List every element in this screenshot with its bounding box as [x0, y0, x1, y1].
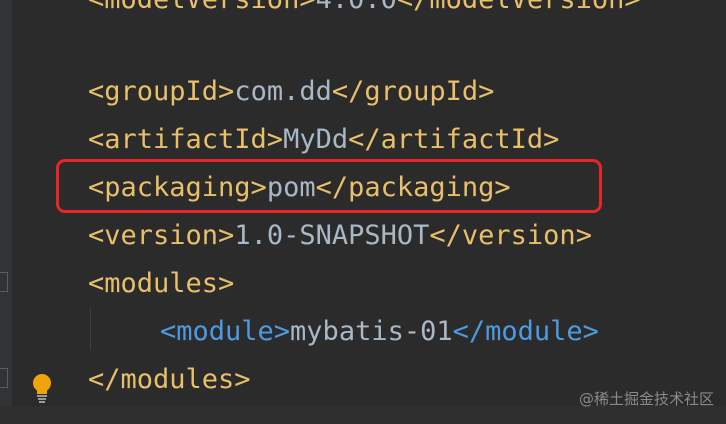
highlight-annotation-box: [56, 159, 602, 213]
xml-close-tag: </modelVersion>: [397, 0, 641, 15]
xml-open-tag: <version>: [88, 220, 235, 251]
code-line-version[interactable]: <version>1.0-SNAPSHOT</version>: [88, 218, 592, 254]
code-line-artifact-id[interactable]: <artifactId>MyDd</artifactId>: [88, 122, 559, 158]
code-line-modules-open[interactable]: <modules>: [88, 266, 234, 302]
xml-value: com.dd: [234, 76, 332, 107]
code-line-modules-close[interactable]: </modules>: [88, 362, 251, 398]
xml-value: MyDd: [283, 124, 349, 155]
code-line-model-version[interactable]: <modelVersion>4.0.0</modelVersion>: [88, 0, 641, 18]
xml-open-tag: <modules>: [88, 268, 235, 299]
xml-close-tag: </modules>: [88, 364, 251, 395]
indent-guide: [90, 308, 91, 350]
xml-close-tag: </groupId>: [331, 76, 495, 107]
code-line-module[interactable]: <module>mybatis-01</module>: [160, 314, 599, 350]
xml-open-tag: <groupId>: [88, 76, 235, 107]
xml-value: 4.0.0: [316, 0, 397, 15]
xml-open-tag: <modelVersion>: [88, 0, 316, 15]
editor-gutter: [0, 0, 12, 424]
lightbulb-icon[interactable]: [30, 372, 54, 404]
xml-value: 1.0-SNAPSHOT: [234, 220, 430, 251]
code-line-group-id[interactable]: <groupId>com.dd</groupId>: [88, 74, 494, 110]
xml-close-tag: </artifactId>: [348, 124, 560, 155]
watermark: @稀土掘金技术社区: [578, 390, 714, 408]
xml-open-tag: <artifactId>: [88, 124, 284, 155]
fold-marker-icon[interactable]: [0, 272, 8, 292]
xml-close-tag: </version>: [429, 220, 592, 251]
xml-open-tag: <module>: [160, 316, 291, 347]
xml-value: mybatis-01: [290, 316, 453, 347]
xml-close-tag: </module>: [452, 316, 599, 347]
code-editor[interactable]: <modelVersion>4.0.0</modelVersion> <grou…: [0, 0, 726, 424]
fold-marker-icon[interactable]: [0, 368, 8, 388]
